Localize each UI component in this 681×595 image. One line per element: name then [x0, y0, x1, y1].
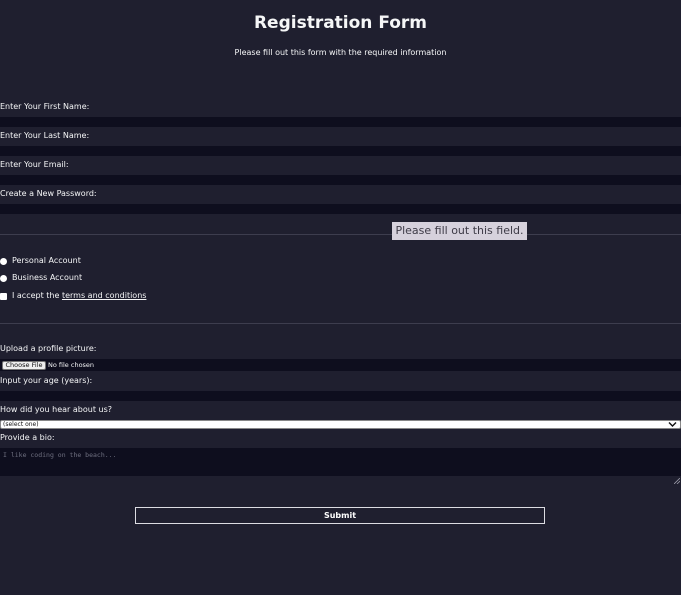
choose-file-button[interactable]: Choose File [2, 361, 46, 370]
validation-tooltip: Please fill out this field. [392, 222, 527, 240]
email-input[interactable] [0, 175, 681, 185]
personal-account-label: Personal Account [12, 256, 81, 265]
resize-grip-icon[interactable] [673, 469, 681, 485]
chevron-down-icon [668, 421, 677, 430]
age-label: Input your age (years): [0, 376, 93, 385]
terms-label: I accept the terms and conditions [12, 290, 146, 302]
terms-checkbox[interactable] [0, 293, 7, 300]
referrer-selected-value: (select one) [3, 421, 39, 428]
terms-link[interactable]: terms and conditions [62, 291, 146, 300]
last-name-input[interactable] [0, 146, 681, 156]
password-label: Create a New Password: [0, 189, 97, 198]
terms-prefix: I accept the [12, 291, 60, 300]
profile-picture-label: Upload a profile picture: [0, 344, 97, 353]
referrer-select[interactable]: (select one) [0, 420, 681, 429]
first-name-input[interactable] [0, 117, 681, 127]
personal-account-radio[interactable] [0, 258, 7, 265]
last-name-label: Enter Your Last Name: [0, 131, 90, 140]
bio-label: Provide a bio: [0, 433, 55, 442]
submit-button[interactable]: Submit [135, 507, 545, 524]
page-title: Registration Form [253, 13, 428, 33]
divider [0, 323, 681, 324]
age-input[interactable] [0, 391, 681, 401]
password-input[interactable] [0, 204, 681, 214]
referrer-label: How did you hear about us? [0, 405, 112, 414]
divider [0, 234, 681, 235]
form-description: Please fill out this form with the requi… [234, 48, 447, 57]
file-status-text: No file chosen [48, 361, 95, 369]
email-label: Enter Your Email: [0, 160, 69, 169]
bio-placeholder: I like coding on the beach... [3, 451, 117, 459]
business-account-radio[interactable] [0, 275, 7, 282]
bio-textarea[interactable]: I like coding on the beach... [0, 448, 681, 485]
profile-picture-input [0, 359, 681, 371]
business-account-label: Business Account [12, 273, 83, 282]
first-name-label: Enter Your First Name: [0, 102, 90, 111]
